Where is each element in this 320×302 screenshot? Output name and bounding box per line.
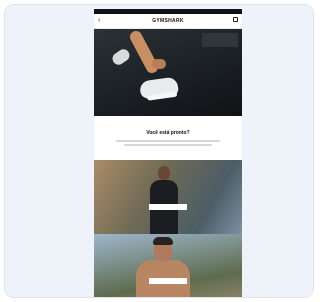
hero-image[interactable]	[94, 29, 242, 116]
background-weights	[202, 33, 238, 47]
model-photo	[150, 166, 178, 234]
sneaker	[138, 76, 180, 100]
hand-shape	[152, 59, 166, 69]
category-panel-women[interactable]	[94, 160, 242, 234]
site-header: ‹ GYMSHARK	[94, 14, 242, 29]
model-hair	[153, 237, 173, 245]
promo-text-line	[124, 144, 212, 146]
model-head	[158, 166, 170, 180]
promo-section: Você está pronto?	[94, 116, 242, 160]
shop-button[interactable]	[149, 278, 187, 284]
brand-logo[interactable]: GYMSHARK	[94, 17, 242, 25]
promo-title: Você está pronto?	[146, 130, 190, 136]
second-sneaker	[110, 46, 132, 68]
screenshot-card: ‹ GYMSHARK Você está pronto?	[4, 4, 314, 298]
category-panel-men[interactable]	[94, 234, 242, 297]
shop-button[interactable]	[149, 204, 187, 210]
bag-icon[interactable]	[233, 17, 238, 22]
mobile-page: ‹ GYMSHARK Você está pronto?	[94, 9, 242, 297]
promo-text-line	[116, 140, 220, 142]
